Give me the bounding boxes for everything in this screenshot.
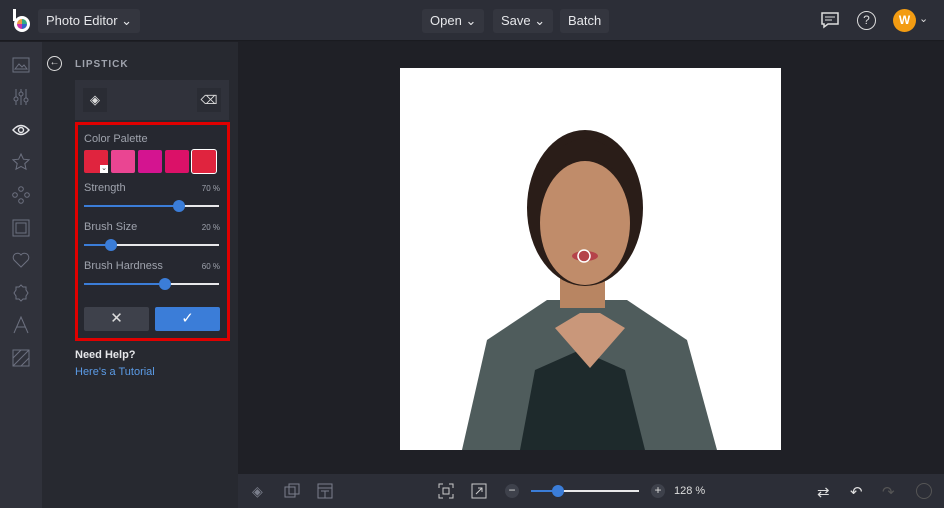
slider-handle[interactable]: [172, 200, 185, 212]
slider-track[interactable]: [84, 239, 219, 251]
zoom-in-button[interactable]: +: [651, 484, 665, 498]
crop-layers-icon[interactable]: [284, 483, 300, 499]
portrait-image: [462, 130, 717, 450]
tool-rail: [0, 42, 42, 508]
top-bar: Photo Editor ⌄ Open ⌄ Save ⌄ Batch ? W ⌄: [0, 0, 944, 41]
slider-label: Brush Hardness: [84, 260, 163, 272]
eye-icon[interactable]: [12, 121, 30, 139]
layers-icon[interactable]: ◈: [252, 483, 268, 499]
color-swatch[interactable]: [191, 149, 217, 174]
brush-tools: ◈ ⌫: [75, 80, 229, 120]
panel-title: LIPSTICK: [75, 59, 129, 70]
slider-track[interactable]: [84, 278, 219, 290]
zoom-out-button[interactable]: −: [505, 484, 519, 498]
color-swatch[interactable]: [165, 150, 189, 173]
texture-icon[interactable]: [12, 349, 30, 367]
chevron-down-icon: ⌄: [465, 13, 477, 28]
batch-label: Batch: [568, 13, 602, 28]
zoom-slider[interactable]: [531, 485, 639, 497]
photo-editor-menu[interactable]: Photo Editor ⌄: [38, 9, 141, 33]
graphics-icon[interactable]: [12, 186, 30, 204]
back-arrow-icon[interactable]: ←: [47, 56, 62, 71]
fit-screen-icon[interactable]: [438, 483, 454, 499]
badge-icon[interactable]: [12, 284, 30, 302]
zoom-slider-handle[interactable]: [552, 485, 564, 497]
heart-icon[interactable]: [12, 251, 30, 269]
slider-value: 60 %: [201, 262, 220, 271]
color-swatch[interactable]: [138, 150, 162, 173]
bottom-toolbar: ◈ − + 128 % ⇄ ↶ ↷: [238, 474, 944, 508]
avatar[interactable]: W: [893, 9, 916, 32]
zoom-value: 128 %: [674, 485, 706, 497]
eraser-icon[interactable]: ⌫: [197, 88, 221, 112]
undo-icon[interactable]: ↶: [850, 483, 866, 501]
layout-icon[interactable]: [317, 483, 333, 499]
slider-label: Strength: [84, 182, 126, 194]
image-icon[interactable]: [12, 56, 30, 74]
slider-track[interactable]: [84, 200, 219, 212]
cancel-button[interactable]: ✕: [84, 307, 149, 331]
chevron-down-icon: ⌄: [121, 13, 133, 28]
photo-canvas[interactable]: [400, 68, 781, 450]
color-swatch[interactable]: [111, 150, 135, 173]
actual-size-icon[interactable]: [471, 483, 487, 499]
tutorial-link[interactable]: Here's a Tutorial: [75, 366, 155, 378]
save-label: Save: [501, 13, 531, 28]
slider-label: Brush Size: [84, 221, 138, 233]
batch-button[interactable]: Batch: [560, 9, 610, 33]
redo-icon[interactable]: ↷: [882, 483, 898, 501]
open-menu[interactable]: Open ⌄: [422, 9, 485, 33]
app-logo[interactable]: [10, 9, 32, 33]
color-palette-label: Color Palette: [84, 133, 148, 145]
swatch-dropdown-icon[interactable]: ⌄: [100, 165, 108, 173]
feedback-icon[interactable]: [820, 11, 840, 29]
star-icon[interactable]: [12, 153, 30, 171]
need-help-heading: Need Help?: [75, 349, 136, 361]
text-icon[interactable]: [12, 316, 30, 334]
slider-value: 70 %: [201, 184, 220, 193]
history-icon[interactable]: [916, 483, 932, 499]
adjustments-icon[interactable]: [12, 88, 30, 106]
color-swatch[interactable]: ⌄: [84, 150, 108, 173]
chevron-down-icon: ⌄: [534, 13, 546, 28]
slider-value: 20 %: [201, 223, 220, 232]
slider-handle[interactable]: [159, 278, 171, 290]
apply-button[interactable]: ✓: [155, 307, 220, 331]
frame-icon[interactable]: [12, 219, 30, 237]
brush-icon[interactable]: ◈: [83, 88, 107, 112]
save-menu[interactable]: Save ⌄: [493, 9, 554, 33]
help-icon[interactable]: ?: [857, 11, 876, 30]
slider-handle[interactable]: [105, 239, 117, 251]
open-label: Open: [430, 13, 462, 28]
swap-icon[interactable]: ⇄: [817, 483, 833, 501]
photo-editor-label: Photo Editor: [46, 13, 118, 28]
lipstick-panel: ← LIPSTICK ◈ ⌫ Color Palette ✕ ✓ Need He…: [42, 42, 238, 508]
chevron-down-icon[interactable]: ⌄: [919, 12, 928, 25]
